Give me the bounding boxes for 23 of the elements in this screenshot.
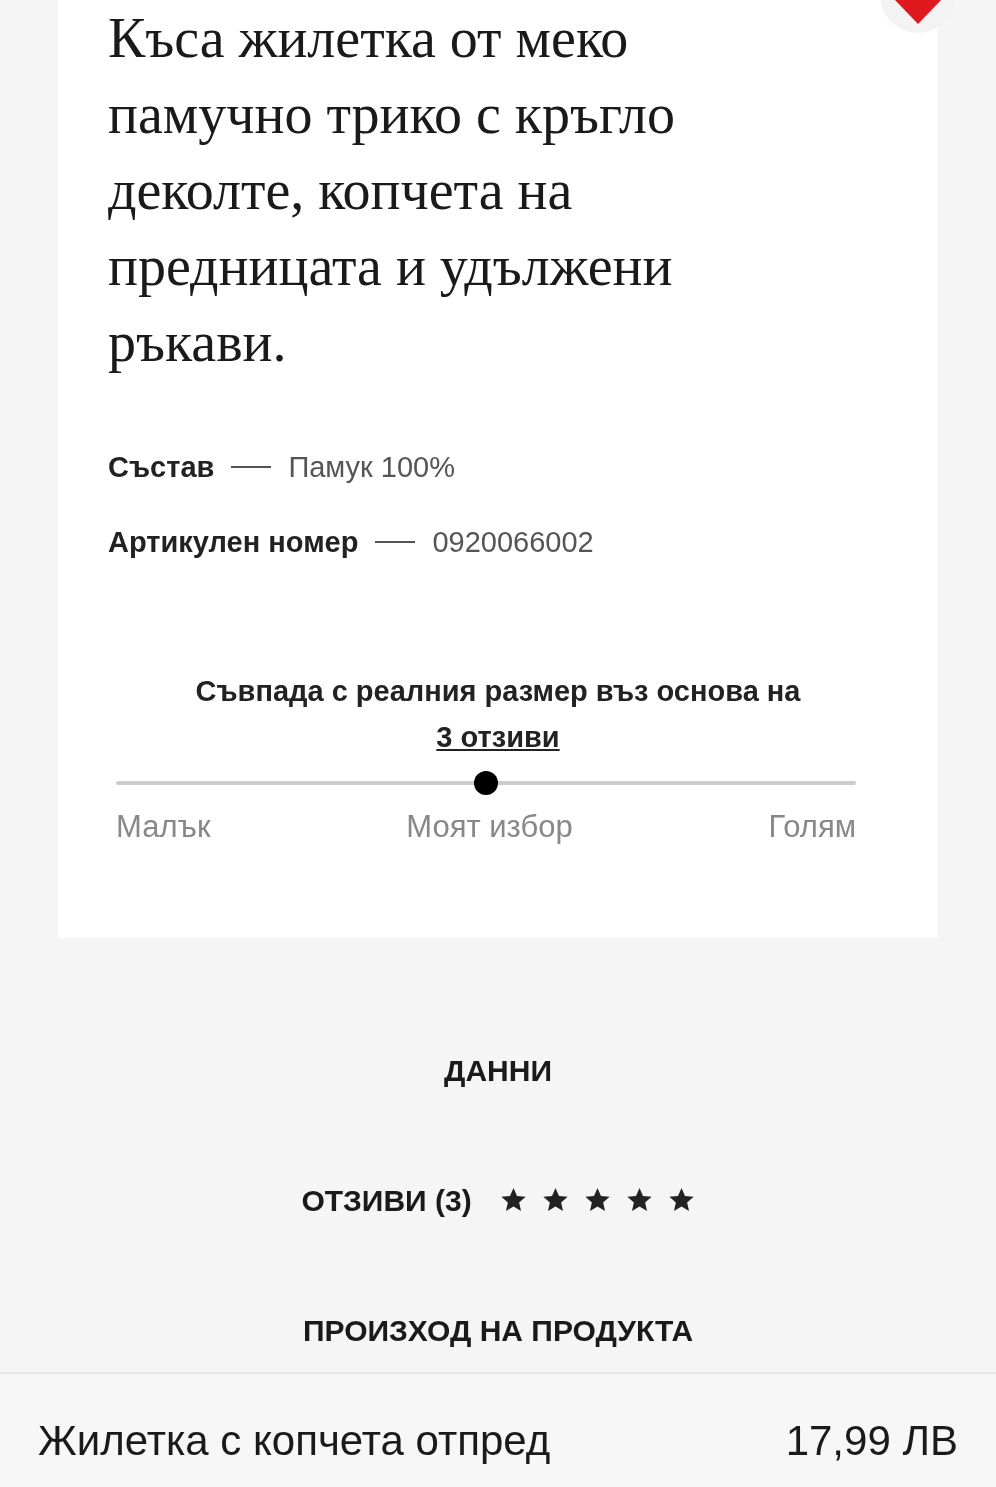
detail-value: Памук 100%: [288, 450, 456, 485]
fit-scale-label: Малък: [116, 809, 211, 845]
fit-scale-label: Голям: [768, 809, 856, 845]
detail-value: 0920066002: [432, 525, 594, 560]
reviews-label: ОТЗИВИ (3): [301, 1182, 472, 1219]
section-button[interactable]: ДАННИ: [434, 1042, 562, 1098]
section-button[interactable]: ПРОИЗХОД НА ПРОДУКТА: [292, 1302, 704, 1358]
dash-line: [231, 466, 272, 468]
product-description: Къса жилетка от меко памучно трико с кръгло деколте, копчета на предницата и удължени ръкави.: [108, 6, 676, 375]
reviews-section-button[interactable]: ОТЗИВИ (3): [291, 1172, 705, 1228]
product-name: Жилетка с копчета отпред: [38, 1416, 551, 1466]
fit-scale-label: Моят избор: [406, 809, 573, 845]
star-icon: [583, 1187, 611, 1213]
star-icon: [499, 1187, 527, 1213]
product-price: 17,99 ЛВ: [785, 1416, 958, 1466]
star-icon: [541, 1187, 569, 1213]
detail-label: Артикулен номер: [108, 525, 359, 560]
star-icon: [667, 1187, 695, 1213]
detail-label: Състав: [108, 450, 215, 485]
reviews-link[interactable]: 3 отзиви: [436, 721, 560, 753]
dash-line: [375, 541, 416, 543]
fit-summary: Съвпада с реалния размер въз основа на 3 отзиви: [194, 674, 802, 755]
star-icon: [625, 1187, 653, 1213]
